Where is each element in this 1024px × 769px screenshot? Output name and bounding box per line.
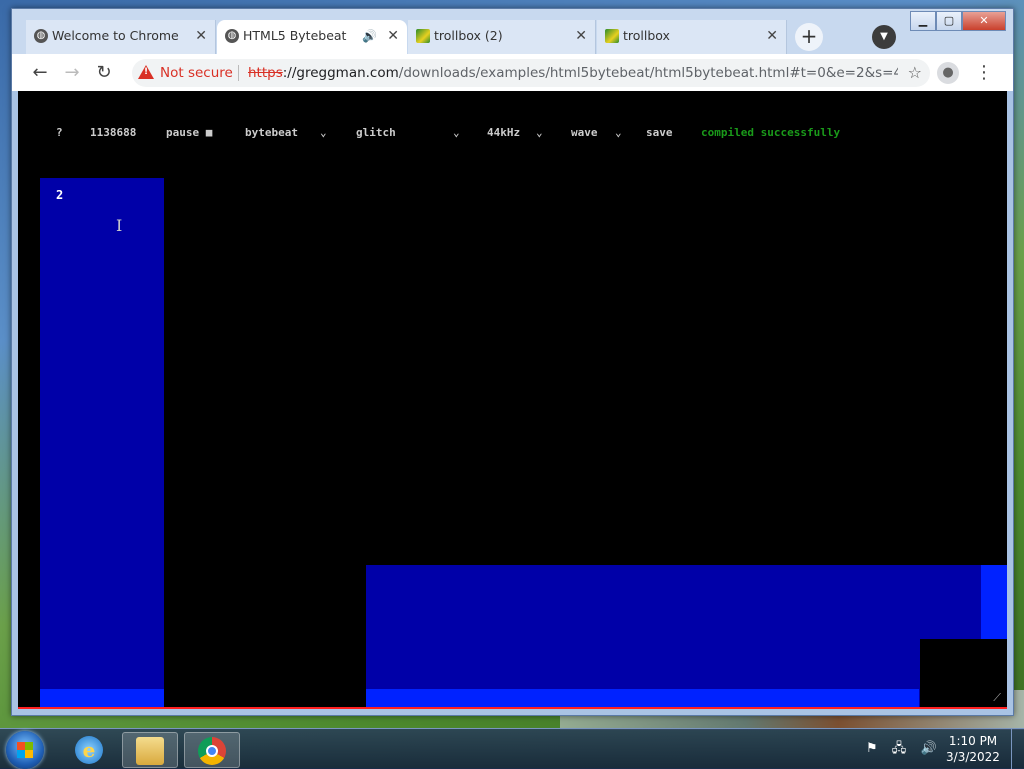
tab-label: trollbox: [623, 28, 670, 43]
type-select-value: bytebeat: [245, 126, 298, 139]
browser-toolbar: ← → ↻ ! Not secure https://greggman.com/…: [12, 54, 1013, 91]
bytebeat-controls: ? 1138688 pause ■ bytebeat ⌄ glitch ⌄ 44…: [18, 123, 1007, 143]
expression-select[interactable]: glitch ⌄: [356, 123, 466, 143]
file-explorer-icon: [136, 737, 164, 765]
url-host: ://greggman.com: [282, 65, 399, 81]
speaker-icon[interactable]: 🔊: [362, 20, 377, 52]
pause-button[interactable]: pause ■: [166, 123, 212, 143]
clock-time: 1:10 PM: [948, 734, 998, 748]
tab-label: trollbox (2): [434, 28, 503, 43]
taskbar-file-explorer[interactable]: [122, 732, 178, 768]
compile-status: compiled successfully: [701, 126, 841, 139]
waveform-bright-segment: [981, 565, 1007, 641]
divider: [238, 65, 239, 81]
taskbar-internet-explorer[interactable]: e: [62, 732, 118, 768]
playhead-line: [18, 707, 1007, 709]
url-scheme: https: [248, 65, 283, 81]
tab-close-icon[interactable]: ✕: [195, 20, 207, 52]
tab-close-icon[interactable]: ✕: [766, 20, 778, 52]
help-button[interactable]: ?: [56, 123, 63, 143]
bookmark-star-icon[interactable]: ☆: [908, 59, 922, 87]
windows-taskbar: e ⚑ 🖧 🔊 1:10 PM 3/3/2022: [0, 728, 1024, 769]
network-icon[interactable]: 🖧: [892, 741, 907, 756]
text-cursor-icon: I: [116, 216, 123, 235]
start-button[interactable]: [6, 731, 44, 769]
tab-search-icon[interactable]: ▼: [872, 25, 896, 49]
clock-date: 3/3/2022: [946, 750, 1000, 764]
action-center-flag-icon[interactable]: ⚑: [866, 741, 878, 756]
tab-label: HTML5 Bytebeat: [243, 28, 347, 43]
url-text[interactable]: https://greggman.com/downloads/examples/…: [248, 59, 898, 87]
close-window-button[interactable]: ✕: [962, 11, 1006, 31]
security-indicator[interactable]: Not secure: [160, 59, 233, 87]
tab-label: Welcome to Chrome: [52, 28, 179, 43]
sample-rate-select[interactable]: 44kHz ⌄: [487, 123, 551, 143]
resize-corner[interactable]: ⟋: [920, 639, 1007, 709]
taskbar-chrome[interactable]: [184, 732, 240, 768]
expression-editor[interactable]: 2 I: [40, 178, 164, 709]
game-icon: [605, 29, 619, 43]
resize-handle-icon[interactable]: ⟋: [993, 691, 1001, 705]
maximize-button[interactable]: ▢: [936, 11, 962, 31]
new-tab-button[interactable]: +: [795, 23, 823, 51]
taskbar-clock[interactable]: 1:10 PM 3/3/2022: [940, 733, 1006, 765]
tab-html5-bytebeat[interactable]: ◍ HTML5 Bytebeat 🔊 ✕: [217, 20, 407, 54]
back-button[interactable]: ←: [27, 60, 53, 86]
game-icon: [416, 29, 430, 43]
minimize-button[interactable]: ▁: [910, 11, 936, 31]
menu-icon[interactable]: ⋮: [974, 60, 994, 86]
type-select[interactable]: bytebeat ⌄: [245, 123, 335, 143]
tab-close-icon[interactable]: ✕: [575, 20, 587, 52]
chevron-down-icon: ⌄: [536, 126, 543, 139]
tab-welcome-to-chrome[interactable]: ◍ Welcome to Chrome ✕: [26, 20, 216, 54]
expression-select-value: glitch: [356, 126, 396, 139]
chevron-down-icon: ⌄: [320, 126, 327, 139]
view-select-value: wave: [571, 126, 598, 139]
bytebeat-page: ? 1138688 pause ■ bytebeat ⌄ glitch ⌄ 44…: [18, 91, 1007, 709]
warning-icon[interactable]: !: [138, 65, 154, 79]
chrome-icon: [198, 737, 226, 765]
tab-close-icon[interactable]: ✕: [387, 20, 399, 52]
tab-trollbox[interactable]: trollbox ✕: [597, 20, 787, 54]
tab-trollbox-2[interactable]: trollbox (2) ✕: [408, 20, 596, 54]
url-path: /downloads/examples/html5bytebeat/html5b…: [398, 65, 898, 81]
show-desktop-button[interactable]: [1011, 729, 1024, 769]
waveform-visualization: ⟋: [366, 565, 1007, 709]
reload-button[interactable]: ↻: [91, 60, 117, 86]
chevron-down-icon: ⌄: [453, 126, 460, 139]
editor-highlight-bar: [40, 689, 164, 709]
forward-button[interactable]: →: [59, 60, 85, 86]
globe-icon: ◍: [34, 29, 48, 43]
time-counter[interactable]: 1138688: [90, 123, 136, 143]
tab-strip: ◍ Welcome to Chrome ✕ ◍ HTML5 Bytebeat 🔊…: [12, 9, 1013, 54]
sample-rate-value: 44kHz: [487, 126, 521, 139]
view-select[interactable]: wave ⌄: [571, 123, 631, 143]
waveform-bright-bar: [366, 689, 919, 709]
volume-icon[interactable]: 🔊: [920, 741, 936, 756]
address-bar[interactable]: ! Not secure https://greggman.com/downlo…: [132, 59, 930, 87]
globe-icon: ◍: [225, 29, 239, 43]
editor-text[interactable]: 2: [56, 188, 63, 202]
internet-explorer-icon: e: [75, 736, 103, 764]
chrome-window: ◍ Welcome to Chrome ✕ ◍ HTML5 Bytebeat 🔊…: [11, 8, 1014, 716]
windows-logo-icon: [17, 742, 33, 758]
system-tray: ⚑ 🖧 🔊: [866, 739, 947, 761]
save-button[interactable]: save: [646, 123, 673, 143]
chevron-down-icon: ⌄: [615, 126, 622, 139]
profile-avatar-icon[interactable]: ●: [937, 62, 959, 84]
